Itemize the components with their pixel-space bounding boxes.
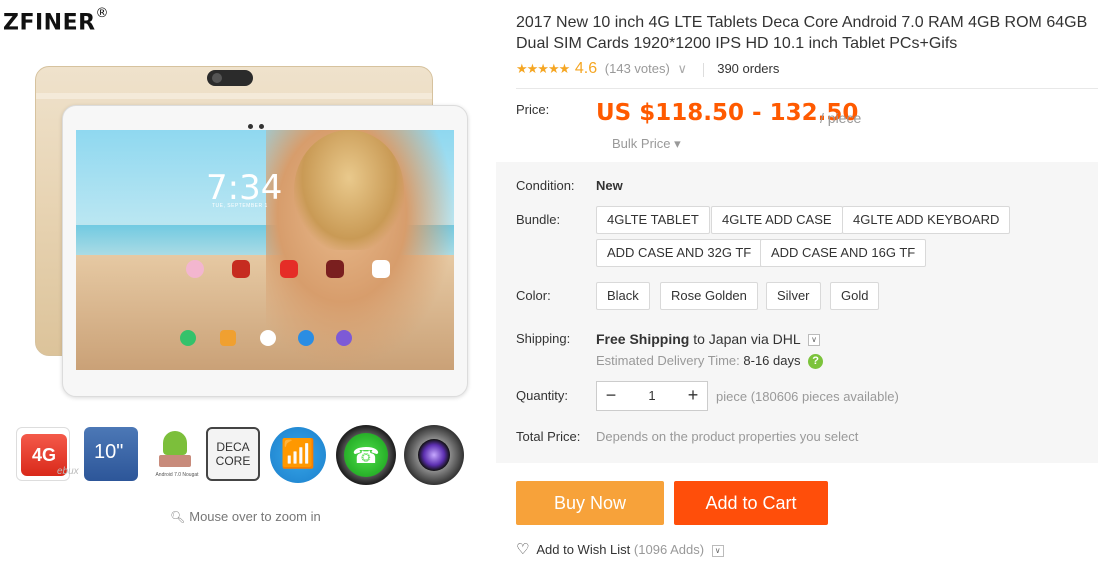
bundle-option[interactable]: 4GLTE ADD KEYBOARD [842,206,1011,234]
zoom-hint-text: Mouse over to zoom in [189,509,321,524]
front-camera-dots [248,116,272,129]
play-store-icon [372,260,390,278]
thumb-4g-icon[interactable]: 4G ebux [16,427,79,481]
color-option[interactable]: Black [596,282,650,310]
total-price-note: Depends on the product properties you se… [596,429,859,444]
watermark: ebux [57,466,79,477]
magnifier-icon: 🔍︎ [170,510,186,524]
thumb-10-inch-icon[interactable]: 10" [84,427,138,481]
buy-now-button[interactable]: Buy Now [516,481,664,525]
10-inch-label: 10" [94,441,124,463]
product-gallery: ZFINER® 7:34 TUE, SEPTEMBER 1 4G ebux 10… [0,0,495,565]
rear-camera [207,70,253,86]
rating-stars-icon[interactable]: ★★★★★ [516,61,570,76]
tablet-screen: 7:34 TUE, SEPTEMBER 1 [76,130,454,370]
zoom-hint: 🔍︎ Mouse over to zoom in [170,509,321,524]
messages-icon [298,330,314,346]
thumb-wifi-icon[interactable]: 📶 [270,427,326,483]
add-to-wishlist-link[interactable]: Add to Wish List [536,542,630,557]
price-range: US $118.50 - 132.50 [596,100,859,126]
divider [516,88,1098,89]
core-label: CORE [215,454,251,468]
browser-icon [336,330,352,346]
thumb-deca-core-icon[interactable]: DECA CORE [206,427,260,481]
bundle-option[interactable]: ADD CASE AND 16G TF [760,239,927,267]
shipping-destination: to Japan via DHL [693,331,801,347]
bundle-option[interactable]: 4GLTE TABLET [596,206,710,234]
bundle-label: Bundle: [516,212,561,227]
delivery-estimate: Estimated Delivery Time: 8-16 days ? [596,353,824,370]
votes-link[interactable]: (143 votes) [605,61,670,76]
registered-mark: ® [95,6,110,21]
shipping-label: Shipping: [516,331,571,346]
color-option[interactable]: Gold [830,282,880,310]
quantity-availability: piece (180606 pieces available) [716,389,899,404]
product-title: 2017 New 10 inch 4G LTE Tablets Deca Cor… [516,14,1088,52]
bundle-option[interactable]: 4GLTE ADD CASE [711,206,843,234]
condition-label: Condition: [516,178,575,193]
deca-label: DECA [216,440,250,454]
bulk-price-dropdown[interactable]: Bulk Price ▾ [612,136,681,152]
brand-name: ZFINER [3,10,96,36]
chevron-down-icon[interactable]: ∨ [711,544,724,557]
phone-icon [180,330,196,346]
quantity-plus-button[interactable]: + [679,382,707,410]
orders-count: 390 orders [717,61,780,76]
price-unit: / piece [820,110,862,126]
quantity-label: Quantity: [516,388,569,403]
rating-value: 4.6 [574,60,598,77]
bundle-option[interactable]: ADD CASE AND 32G TF [596,239,763,267]
color-option[interactable]: Silver [766,282,821,310]
flash-icon [232,260,250,278]
chevron-down-icon[interactable]: ∨ [808,334,820,347]
free-shipping-text: Free Shipping [596,331,690,347]
condition-value: New [596,178,623,193]
youtube-icon [280,260,298,278]
wishlist-row[interactable]: ♡ Add to Wish List (1096 Adds) ∨ [516,540,724,558]
screen-date: TUE, SEPTEMBER 1 [212,203,268,209]
app-icon [326,260,344,278]
thumb-android-icon[interactable]: Android 7.0 Nougat [150,427,204,481]
apps-drawer-icon [260,330,276,346]
wishlist-adds-count: (1096 Adds) [633,542,705,557]
heart-plus-icon[interactable]: ♡ [516,541,529,558]
screen-clock: 7:34 [206,168,283,208]
app-icon [186,260,204,278]
chevron-down-icon[interactable]: ∨ [677,61,687,76]
shipping-method[interactable]: Free Shipping to Japan via DHL ∨ [596,331,820,347]
contacts-icon [220,330,236,346]
thumb-camera-icon[interactable] [404,425,464,485]
total-price-label: Total Price: [516,429,581,444]
thumbnail-strip: 4G ebux 10" Android 7.0 Nougat DECA CORE … [16,425,476,487]
quantity-minus-button[interactable]: − [597,382,625,410]
color-option[interactable]: Rose Golden [660,282,758,310]
product-info-panel: 2017 New 10 inch 4G LTE Tablets Deca Cor… [496,0,1098,565]
estimate-days: 8-16 days [743,353,801,368]
store-brand-logo[interactable]: ZFINER® [3,6,109,36]
price-label: Price: [516,102,550,117]
estimate-label: Estimated Delivery Time: [596,353,740,368]
rating-row: ★★★★★ 4.6 (143 votes) ∨ 390 orders [516,60,779,78]
thumb-phone-icon[interactable]: ☎ [336,425,396,485]
quantity-stepper: − 1 + [596,381,708,411]
quantity-input[interactable]: 1 [625,382,679,410]
add-to-cart-button[interactable]: Add to Cart [674,481,828,525]
android-label: Android 7.0 Nougat [155,472,199,478]
color-label: Color: [516,288,551,303]
help-icon[interactable]: ? [808,354,824,370]
